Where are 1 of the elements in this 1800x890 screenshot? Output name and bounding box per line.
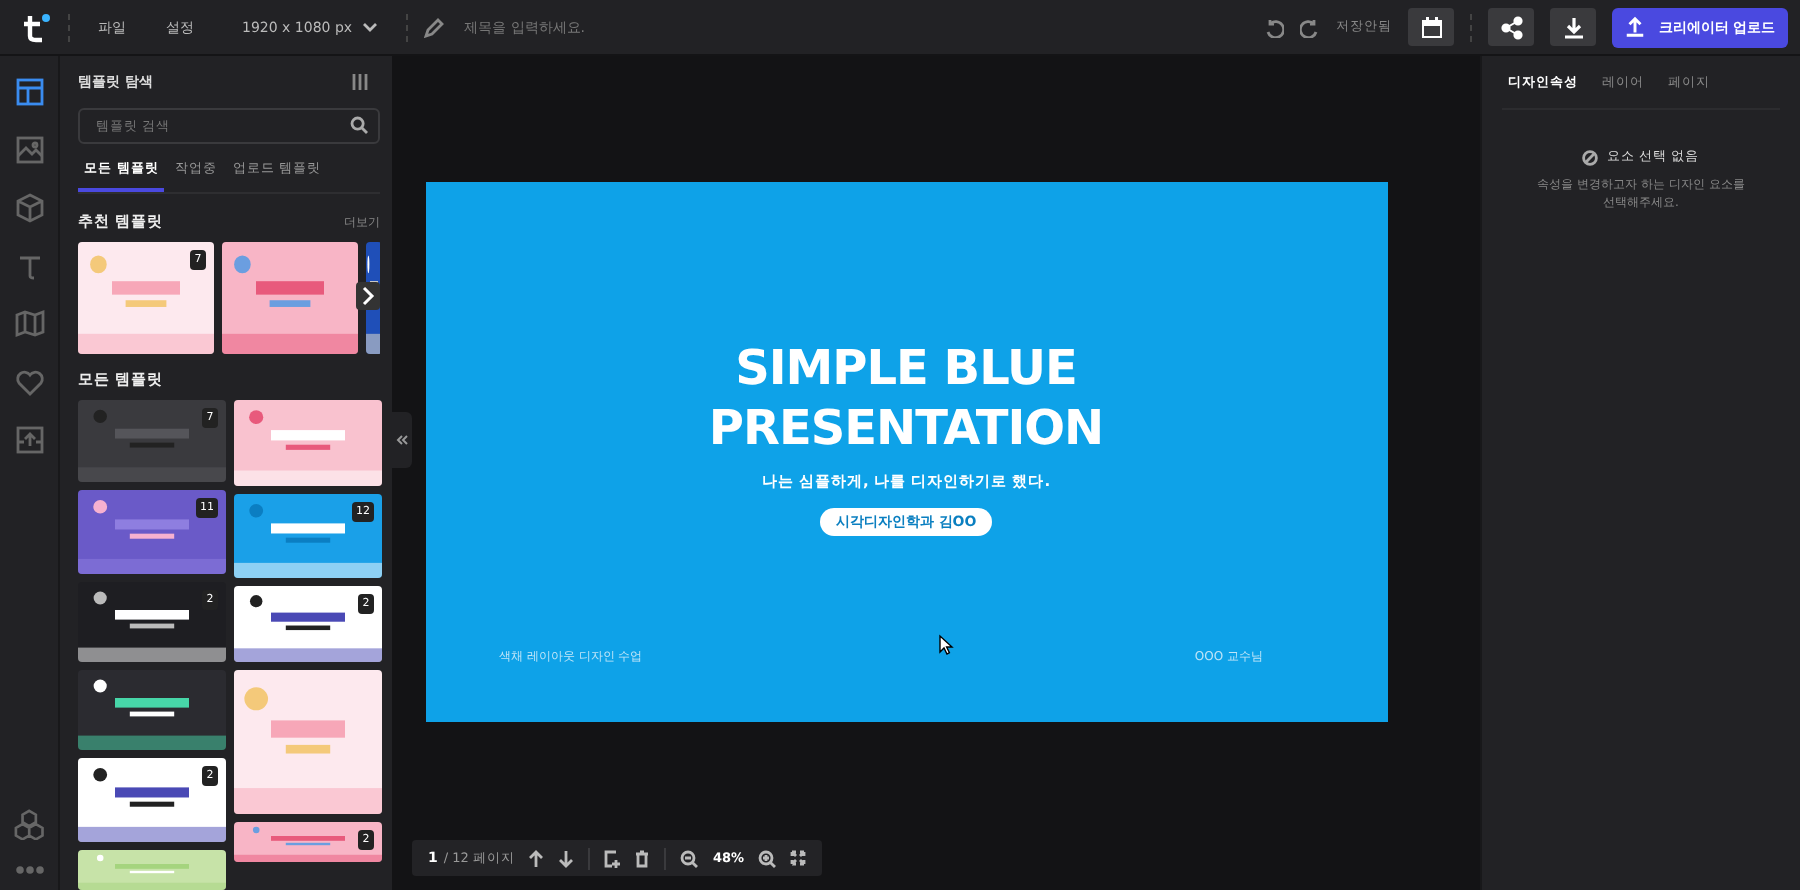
- slide-title: SIMPLE BLUE PRESENTATION: [708, 338, 1104, 458]
